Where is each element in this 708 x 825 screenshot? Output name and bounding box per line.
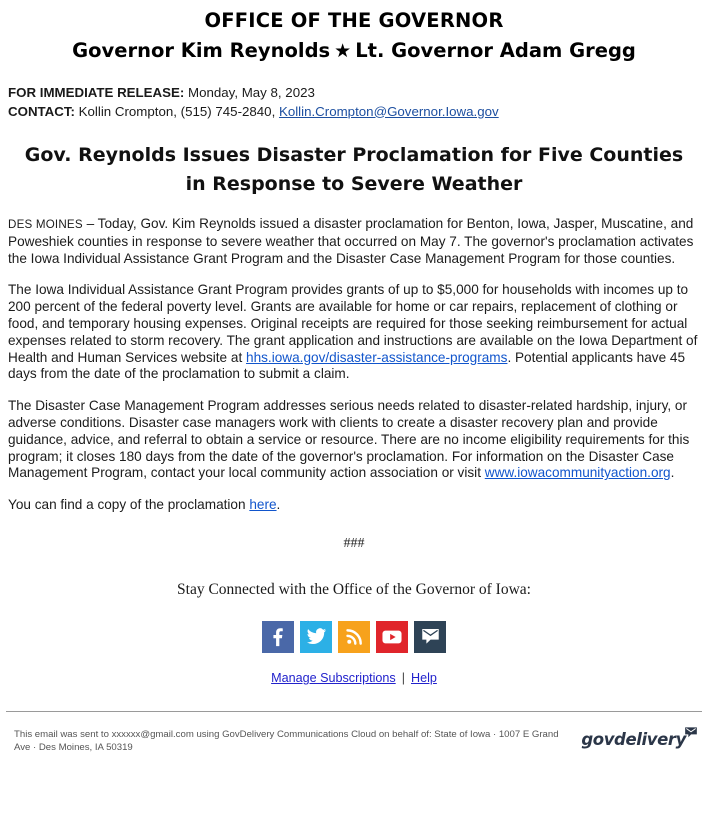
end-marker: ### <box>343 535 365 551</box>
paragraph-4-text-b: . <box>276 497 281 513</box>
youtube-icon <box>382 630 402 644</box>
footer-divider <box>6 710 702 712</box>
paragraph-2: The Iowa Individual Assistance Grant Pro… <box>8 282 698 383</box>
twitter-icon <box>306 628 326 645</box>
hhs-disaster-assistance-link[interactable]: hhs.iowa.gov/disaster-assistance-program… <box>246 350 507 365</box>
contact-email-link[interactable]: Kollin.Crompton@Governor.Iowa.gov <box>279 104 499 119</box>
star-icon: ★ <box>334 40 352 62</box>
govdelivery-envelope-icon <box>685 727 697 738</box>
rss-icon <box>345 629 362 646</box>
iowa-community-action-link[interactable]: www.iowacommunityaction.org <box>485 465 671 480</box>
paragraph-3-text-b: . <box>670 465 675 481</box>
rss-link[interactable] <box>338 620 370 653</box>
legal-footer: This email was sent to xxxxxx@gmail.com … <box>14 727 700 754</box>
email-newsletter-page: OFFICE OF THE GOVERNOR Governor Kim Reyn… <box>0 0 708 825</box>
lt-governor-name: Lt. Governor Adam Gregg <box>355 39 636 62</box>
paragraph-4-text-a: You can find a copy of the proclamation <box>8 497 250 513</box>
help-link[interactable]: Help <box>411 671 437 685</box>
officials-line: Governor Kim Reynolds ★ Lt. Governor Adam … <box>10 36 698 66</box>
page-title: Gov. Reynolds Issues Disaster Proclamati… <box>24 144 684 195</box>
office-title: OFFICE OF THE GOVERNOR <box>204 9 504 32</box>
masthead: OFFICE OF THE GOVERNOR Governor Kim Reyn… <box>0 0 708 66</box>
paragraph-1-text: – Today, Gov. Kim Reynolds issued a disa… <box>8 216 694 266</box>
youtube-link[interactable] <box>376 620 408 653</box>
dateline: DES MOINES <box>8 218 83 231</box>
release-label: FOR IMMEDIATE RELEASE: <box>8 85 185 100</box>
stay-connected-heading: Stay Connected with the Office of the Go… <box>177 580 531 598</box>
paragraph-4: You can find a copy of the proclamation … <box>8 497 698 514</box>
contact-row: CONTACT: Kollin Crompton, (515) 745-2840… <box>8 103 708 122</box>
email-link[interactable] <box>414 620 446 653</box>
legal-text: This email was sent to xxxxxx@gmail.com … <box>14 728 559 753</box>
facebook-link[interactable] <box>262 620 294 653</box>
contact-label: CONTACT: <box>8 103 75 119</box>
contact-value: Kollin Crompton, (515) 745-2840, <box>74 103 279 119</box>
twitter-link[interactable] <box>300 620 332 653</box>
paragraph-3: The Disaster Case Management Program add… <box>8 398 698 482</box>
govdelivery-wordmark: govdelivery <box>581 729 686 749</box>
governor-name: Governor Kim Reynolds <box>72 39 331 62</box>
social-links <box>0 620 708 653</box>
govdelivery-logo: govdelivery <box>581 727 700 749</box>
article-body: DES MOINES – Today, Gov. Kim Reynolds is… <box>8 216 698 514</box>
manage-subscriptions-link[interactable]: Manage Subscriptions <box>271 671 396 685</box>
proclamation-copy-link[interactable]: here <box>249 497 276 512</box>
paragraph-1: DES MOINES – Today, Gov. Kim Reynolds is… <box>8 216 698 267</box>
email-icon <box>421 629 439 645</box>
release-date: Monday, May 8, 2023 <box>184 85 315 100</box>
subscription-links: Manage Subscriptions | Help <box>0 671 708 685</box>
facebook-icon <box>273 628 283 647</box>
link-separator: | <box>401 670 405 685</box>
release-date-row: FOR IMMEDIATE RELEASE: Monday, May 8, 20… <box>8 84 708 103</box>
release-meta: FOR IMMEDIATE RELEASE: Monday, May 8, 20… <box>8 84 708 121</box>
